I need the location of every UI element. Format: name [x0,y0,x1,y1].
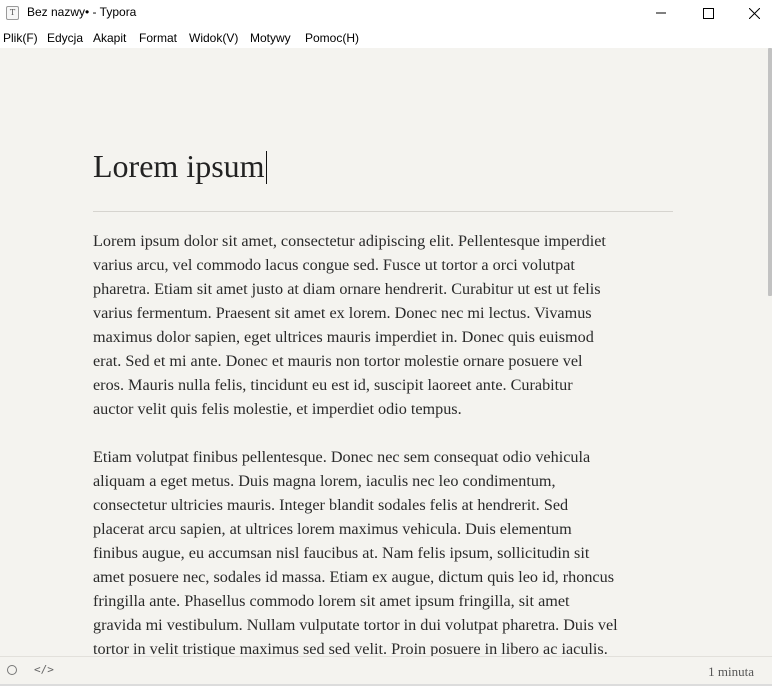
menu-format[interactable]: Format [139,31,177,45]
paragraph-line: pharetra. Etiam sit amet justo at diam o… [93,280,601,298]
maximize-icon [702,7,714,19]
paragraph-line: erat. Sed et mi ante. Donec et mauris no… [93,352,583,370]
paragraph-1[interactable]: Lorem ipsum dolor sit amet, consectetur … [93,229,606,421]
paragraph-line: varius arcu, vel commodo lacus congue se… [93,256,575,274]
typora-app-icon: T [6,6,19,20]
menu-edycja[interactable]: Edycja [47,31,83,45]
paragraph-line: aliquam a eget metus. Duis magna lorem, … [93,472,556,490]
document-heading[interactable]: Lorem ipsum [93,146,267,186]
close-button[interactable] [731,0,772,26]
paragraph-line: Lorem ipsum dolor sit amet, consectetur … [93,232,606,250]
vertical-scrollbar[interactable] [768,48,772,296]
maximize-button[interactable] [685,0,731,26]
status-bar: </> 1 minuta [0,656,772,686]
paragraph-line: varius fermentum. Praesent sit amet ex l… [93,304,592,322]
paragraph-line: gravida mi vestibulum. Nullam vulputate … [93,616,618,634]
minimize-button[interactable] [638,0,684,26]
minimize-icon [656,12,666,14]
window-title: Bez nazwy• - Typora [27,5,137,19]
menu-akapit[interactable]: Akapit [93,31,126,45]
close-icon [748,7,760,19]
paragraph-line: placerat arcu sapien, at ultrices lorem … [93,520,572,538]
menu-bar: Plik(F) Edycja Akapit Format Widok(V) Mo… [0,26,772,48]
menu-motywy[interactable]: Motywy [250,31,291,45]
code-brackets-icon[interactable]: </> [34,663,54,676]
title-bar: T Bez nazwy• - Typora [0,0,772,26]
text-caret [265,151,267,184]
paragraph-2[interactable]: Etiam volutpat finibus pellentesque. Don… [93,445,618,656]
heading-divider [93,211,673,212]
menu-pomoc[interactable]: Pomoc(H) [305,31,359,45]
editor-area[interactable]: Lorem ipsum Lorem ipsum dolor sit amet, … [0,48,772,656]
menu-widok[interactable]: Widok(V) [189,31,238,45]
paragraph-line: amet posuere nec, sodales id massa. Etia… [93,568,615,586]
paragraph-line: Etiam volutpat finibus pellentesque. Don… [93,448,591,466]
paragraph-line: tortor in velit tristique maximus sed se… [93,640,608,656]
paragraph-line: consectetur ultricies mauris. Integer bl… [93,496,569,514]
paragraph-line: fringilla ante. Phasellus commodo lorem … [93,592,570,610]
circle-outline-icon[interactable] [7,665,17,675]
word-count-label[interactable]: 1 minuta [708,664,754,680]
paragraph-line: finibus augue, eu accumsan nisl faucibus… [93,544,590,562]
menu-plik[interactable]: Plik(F) [3,31,38,45]
paragraph-line: maximus dolor sapien, eget ultrices maur… [93,328,594,346]
paragraph-line: auctor velit quis felis molestie, et imp… [93,400,462,418]
paragraph-line: eros. Mauris nulla felis, tincidunt eu e… [93,376,573,394]
heading-text: Lorem ipsum [93,148,265,184]
